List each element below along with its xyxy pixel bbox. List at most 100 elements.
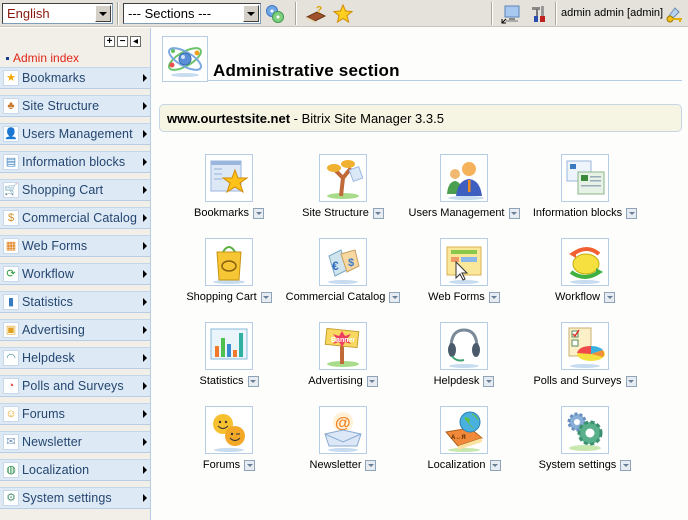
module-tile-workflow[interactable]: Workflow — [520, 238, 650, 303]
module-tile-forums[interactable]: Forums — [164, 406, 294, 471]
bookmarks-icon[interactable] — [205, 154, 253, 202]
dropdown-arrow-icon[interactable] — [260, 291, 272, 303]
admin-index-link[interactable]: Admin index — [13, 51, 79, 65]
module-tile-shopping-cart[interactable]: Shopping Cart — [164, 238, 294, 303]
module-tile-statistics[interactable]: Statistics — [164, 322, 294, 387]
shopping-cart-icon[interactable] — [205, 238, 253, 286]
module-tile-newsletter[interactable]: @ Newsletter — [278, 406, 408, 471]
module-tile-helpdesk[interactable]: Helpdesk — [399, 322, 529, 387]
sidebar-item-site-structure[interactable]: ♣ Site Structure — [0, 95, 150, 117]
submenu-arrow-icon[interactable] — [143, 354, 147, 362]
submenu-arrow-icon[interactable] — [143, 298, 147, 306]
submenu-arrow-icon[interactable] — [143, 214, 147, 222]
tile-label[interactable]: Newsletter — [310, 459, 362, 471]
tile-label[interactable]: Shopping Cart — [186, 291, 256, 303]
submenu-arrow-icon[interactable] — [143, 270, 147, 278]
sidebar-item-system-settings[interactable]: ⚙ System settings — [0, 487, 150, 509]
dropdown-arrow-icon[interactable] — [483, 375, 495, 387]
polls-icon[interactable] — [561, 322, 609, 370]
submenu-arrow-icon[interactable] — [143, 186, 147, 194]
info-blocks-icon[interactable] — [561, 154, 609, 202]
workflow-icon[interactable] — [561, 238, 609, 286]
submenu-arrow-icon[interactable] — [143, 382, 147, 390]
module-tile-users-management[interactable]: Users Management — [399, 154, 529, 219]
submenu-arrow-icon[interactable] — [143, 326, 147, 334]
tile-label[interactable]: Workflow — [555, 291, 600, 303]
sidebar-item-information-blocks[interactable]: ▤ Information blocks — [0, 151, 150, 173]
tile-label[interactable]: Commercial Catalog — [286, 291, 386, 303]
module-tile-bookmarks[interactable]: Bookmarks — [164, 154, 294, 219]
tile-label[interactable]: Bookmarks — [194, 207, 249, 219]
system-settings-icon[interactable] — [561, 406, 609, 454]
sidebar-item-statistics[interactable]: ▮ Statistics — [0, 291, 150, 313]
sidebar-item-bookmarks[interactable]: ★ Bookmarks — [0, 67, 150, 89]
help-book-icon[interactable]: ? — [305, 3, 327, 24]
submenu-arrow-icon[interactable] — [143, 494, 147, 502]
site-map-icon[interactable] — [264, 3, 286, 24]
language-select[interactable]: English — [2, 3, 113, 24]
sidebar-item-newsletter[interactable]: ✉ Newsletter — [0, 431, 150, 453]
module-tile-system-settings[interactable]: System settings — [520, 406, 650, 471]
dropdown-arrow-icon[interactable] — [244, 459, 256, 471]
module-tile-commercial-catalog[interactable]: € $ Commercial Catalog — [278, 238, 408, 303]
sections-select[interactable]: --- Sections --- — [123, 3, 261, 24]
logout-key-icon[interactable] — [663, 3, 685, 24]
sidebar-item-localization[interactable]: ◍ Localization — [0, 459, 150, 481]
tile-label[interactable]: Information blocks — [533, 207, 622, 219]
dropdown-arrow-icon[interactable] — [372, 207, 384, 219]
chevron-down-icon[interactable] — [95, 5, 111, 22]
sidebar-item-forums[interactable]: ☺ Forums — [0, 403, 150, 425]
public-section-icon[interactable] — [500, 3, 522, 24]
dropdown-arrow-icon[interactable] — [620, 459, 632, 471]
advertising-icon[interactable]: Banner — [319, 322, 367, 370]
dropdown-arrow-icon[interactable] — [508, 207, 520, 219]
chevron-down-icon[interactable] — [243, 5, 259, 22]
sidebar-item-helpdesk[interactable]: ◠ Helpdesk — [0, 347, 150, 369]
site-structure-icon[interactable] — [319, 154, 367, 202]
expand-all-button[interactable]: + — [104, 36, 115, 47]
dropdown-arrow-icon[interactable] — [626, 207, 638, 219]
statistics-icon[interactable] — [205, 322, 253, 370]
submenu-arrow-icon[interactable] — [143, 438, 147, 446]
dropdown-arrow-icon[interactable] — [253, 207, 265, 219]
sidebar-item-polls-and-surveys[interactable]: ◔ Polls and Surveys — [0, 375, 150, 397]
dropdown-arrow-icon[interactable] — [247, 375, 259, 387]
tile-label[interactable]: Helpdesk — [434, 375, 480, 387]
sidebar-item-advertising[interactable]: ▣ Advertising — [0, 319, 150, 341]
module-tile-site-structure[interactable]: Site Structure — [278, 154, 408, 219]
sidebar-item-workflow[interactable]: ⟳ Workflow — [0, 263, 150, 285]
submenu-arrow-icon[interactable] — [143, 158, 147, 166]
submenu-arrow-icon[interactable] — [143, 410, 147, 418]
tile-label[interactable]: Users Management — [409, 207, 505, 219]
dropdown-arrow-icon[interactable] — [489, 459, 501, 471]
favorites-star-icon[interactable] — [332, 3, 354, 24]
tile-label[interactable]: Site Structure — [302, 207, 369, 219]
dropdown-arrow-icon[interactable] — [365, 459, 377, 471]
tile-label[interactable]: Polls and Surveys — [533, 375, 621, 387]
localization-icon[interactable]: A↔Я — [440, 406, 488, 454]
dropdown-arrow-icon[interactable] — [366, 375, 378, 387]
module-tile-advertising[interactable]: Banner Advertising — [278, 322, 408, 387]
collapse-all-button[interactable]: − — [117, 36, 128, 47]
sidebar-item-shopping-cart[interactable]: 🛒 Shopping Cart — [0, 179, 150, 201]
dropdown-arrow-icon[interactable] — [488, 291, 500, 303]
submenu-arrow-icon[interactable] — [143, 102, 147, 110]
forums-icon[interactable] — [205, 406, 253, 454]
tile-label[interactable]: Advertising — [308, 375, 362, 387]
dropdown-arrow-icon[interactable] — [604, 291, 616, 303]
catalog-icon[interactable]: € $ — [319, 238, 367, 286]
newsletter-icon[interactable]: @ — [319, 406, 367, 454]
module-tile-localization[interactable]: A↔Я Localization — [399, 406, 529, 471]
sidebar-item-commercial-catalog[interactable]: $ Commercial Catalog — [0, 207, 150, 229]
tile-label[interactable]: System settings — [539, 459, 617, 471]
tile-label[interactable]: Localization — [427, 459, 485, 471]
users-icon[interactable] — [440, 154, 488, 202]
module-tile-web-forms[interactable]: Web Forms — [399, 238, 529, 303]
submenu-arrow-icon[interactable] — [143, 130, 147, 138]
submenu-arrow-icon[interactable] — [143, 74, 147, 82]
sidebar-item-web-forms[interactable]: ▦ Web Forms — [0, 235, 150, 257]
module-tile-information-blocks[interactable]: Information blocks — [520, 154, 650, 219]
dropdown-arrow-icon[interactable] — [625, 375, 637, 387]
hide-menu-button[interactable]: ◂ — [130, 36, 141, 47]
web-forms-icon[interactable] — [440, 238, 488, 286]
